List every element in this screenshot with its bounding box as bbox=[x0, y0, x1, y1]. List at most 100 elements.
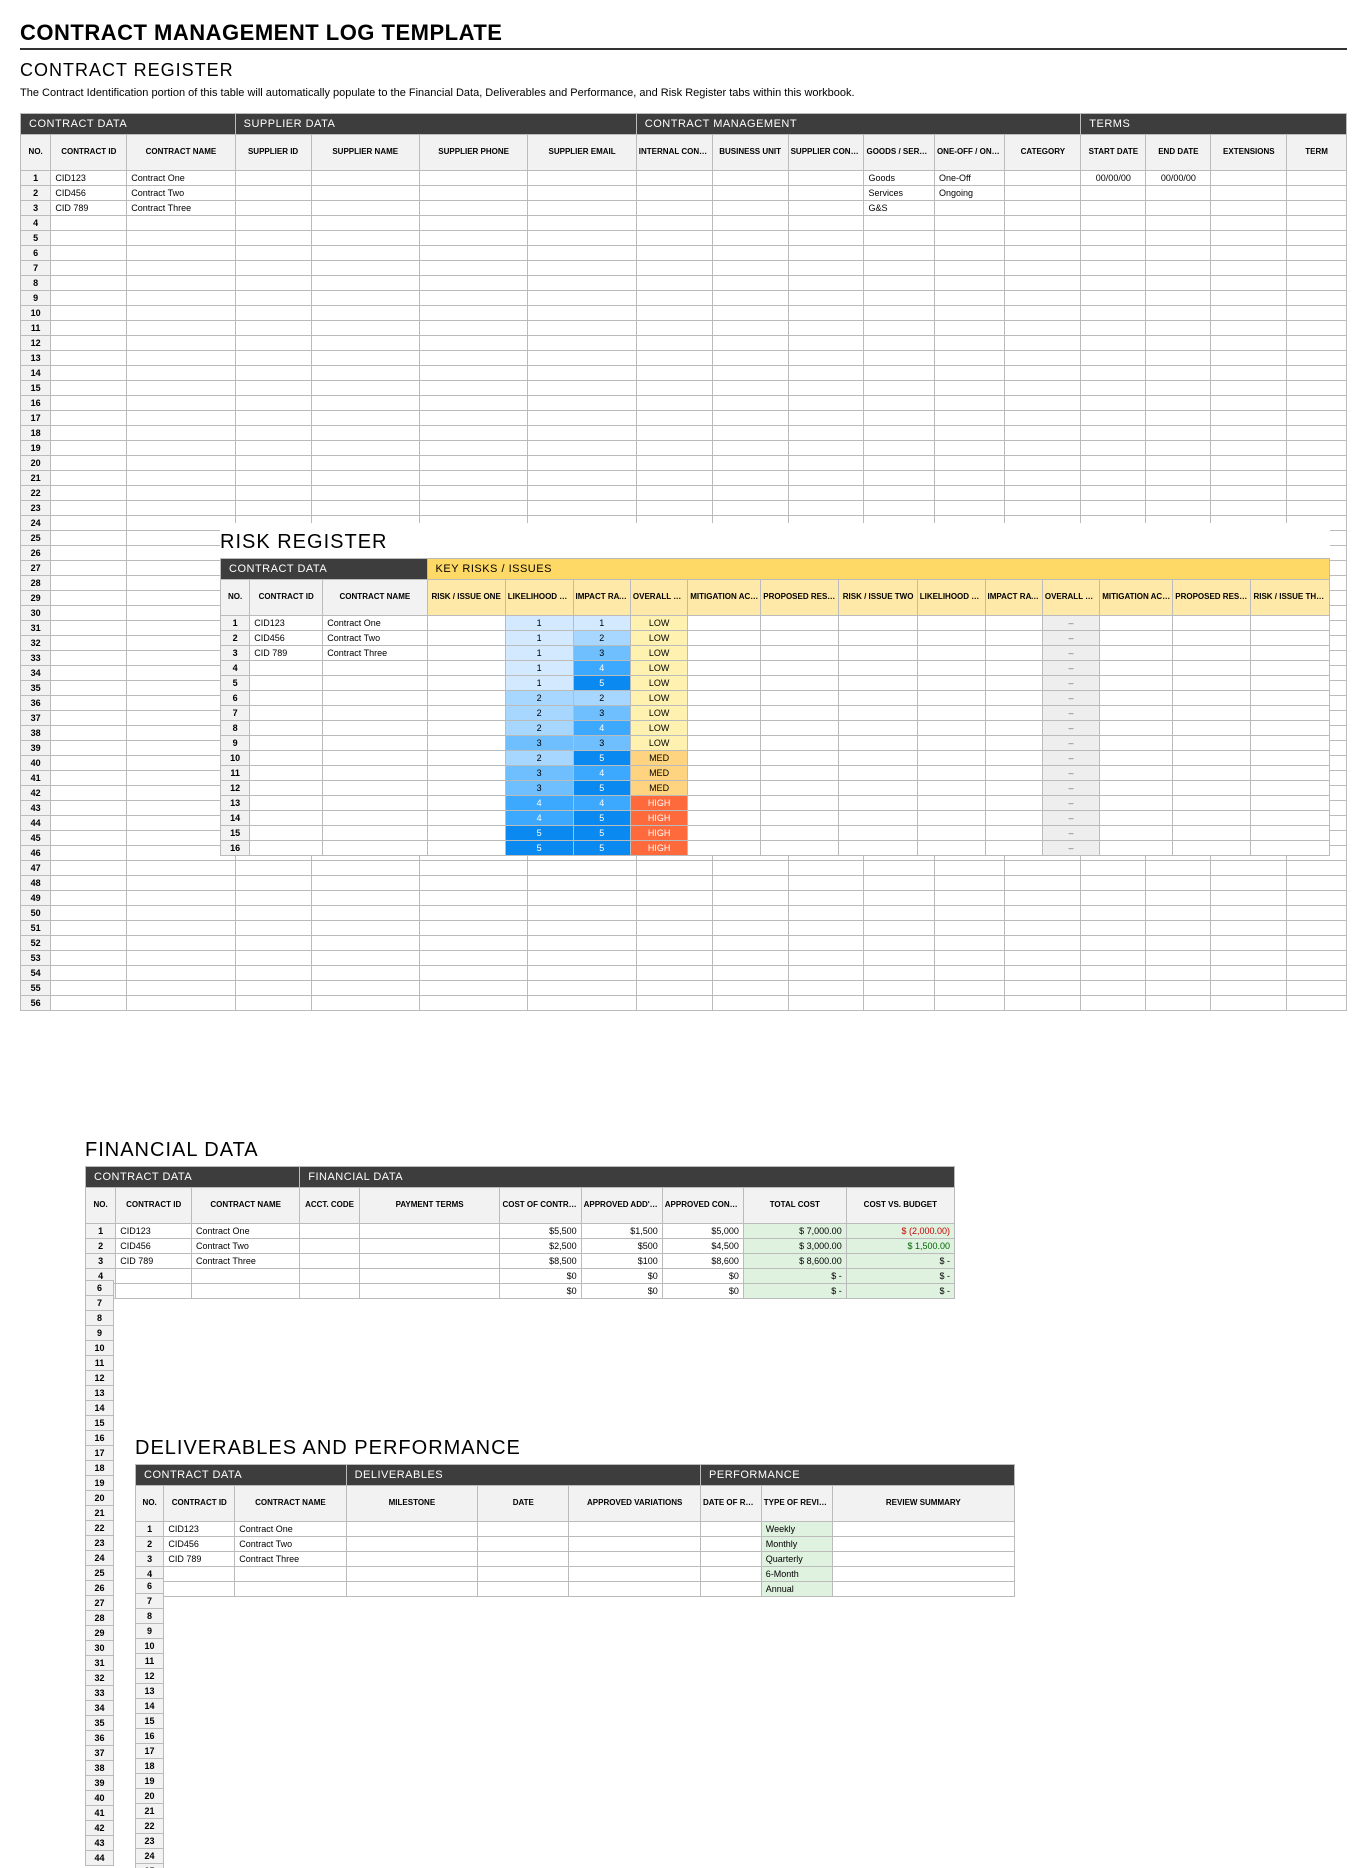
cell[interactable] bbox=[864, 951, 934, 966]
cell[interactable] bbox=[864, 876, 934, 891]
cell[interactable] bbox=[1081, 351, 1146, 366]
cell[interactable]: 11 bbox=[221, 766, 250, 781]
cell[interactable] bbox=[1146, 216, 1211, 231]
cell[interactable] bbox=[636, 201, 712, 216]
cell[interactable]: 53 bbox=[21, 951, 51, 966]
cell[interactable]: 3 bbox=[221, 646, 250, 661]
cell[interactable] bbox=[934, 366, 1004, 381]
cell[interactable] bbox=[419, 171, 527, 186]
cell[interactable] bbox=[788, 936, 864, 951]
cell[interactable] bbox=[1005, 996, 1081, 1011]
cell[interactable]: Contract Two bbox=[192, 1239, 300, 1254]
cell[interactable] bbox=[419, 906, 527, 921]
cell[interactable] bbox=[51, 246, 127, 261]
cell[interactable] bbox=[250, 766, 323, 781]
cell[interactable] bbox=[311, 351, 419, 366]
cell[interactable] bbox=[1146, 966, 1211, 981]
cell[interactable] bbox=[311, 906, 419, 921]
cell[interactable]: Contract Two bbox=[235, 1537, 346, 1552]
cell[interactable] bbox=[323, 676, 427, 691]
cell[interactable] bbox=[688, 691, 761, 706]
cell[interactable] bbox=[419, 936, 527, 951]
cell[interactable] bbox=[1146, 411, 1211, 426]
cell[interactable]: 1 bbox=[21, 171, 51, 186]
cell[interactable]: 7 bbox=[21, 261, 51, 276]
cell[interactable] bbox=[1146, 366, 1211, 381]
cell[interactable] bbox=[839, 631, 917, 646]
cell[interactable] bbox=[788, 426, 864, 441]
cell[interactable]: – bbox=[1042, 721, 1099, 736]
cell[interactable] bbox=[359, 1269, 500, 1284]
cell[interactable] bbox=[934, 456, 1004, 471]
cell[interactable] bbox=[323, 841, 427, 856]
cell[interactable] bbox=[1081, 441, 1146, 456]
cell[interactable] bbox=[1287, 966, 1347, 981]
cell[interactable] bbox=[1287, 306, 1347, 321]
cell[interactable]: 2 bbox=[505, 706, 573, 721]
cell[interactable] bbox=[712, 936, 788, 951]
cell[interactable] bbox=[934, 501, 1004, 516]
cell[interactable] bbox=[419, 201, 527, 216]
cell[interactable] bbox=[116, 1269, 192, 1284]
cell[interactable] bbox=[934, 411, 1004, 426]
cell[interactable] bbox=[1005, 906, 1081, 921]
cell[interactable] bbox=[1005, 261, 1081, 276]
cell[interactable] bbox=[788, 171, 864, 186]
cell[interactable] bbox=[1081, 366, 1146, 381]
cell[interactable] bbox=[1251, 631, 1330, 646]
cell[interactable] bbox=[688, 796, 761, 811]
cell[interactable] bbox=[323, 766, 427, 781]
cell[interactable] bbox=[528, 996, 636, 1011]
cell[interactable] bbox=[528, 306, 636, 321]
cell[interactable]: CID 789 bbox=[51, 201, 127, 216]
cell[interactable] bbox=[832, 1537, 1014, 1552]
cell[interactable] bbox=[864, 441, 934, 456]
cell[interactable] bbox=[1005, 231, 1081, 246]
cell[interactable] bbox=[1100, 646, 1173, 661]
cell[interactable] bbox=[1081, 276, 1146, 291]
cell[interactable] bbox=[235, 501, 311, 516]
cell[interactable]: 9 bbox=[21, 291, 51, 306]
cell[interactable]: 4 bbox=[573, 661, 630, 676]
cell[interactable] bbox=[1173, 736, 1251, 751]
cell[interactable] bbox=[1005, 471, 1081, 486]
cell[interactable] bbox=[1211, 456, 1287, 471]
cell[interactable] bbox=[311, 246, 419, 261]
cell[interactable] bbox=[1146, 186, 1211, 201]
cell[interactable] bbox=[636, 171, 712, 186]
cell[interactable] bbox=[1173, 766, 1251, 781]
cell[interactable] bbox=[528, 456, 636, 471]
cell[interactable] bbox=[164, 1567, 235, 1582]
cell[interactable] bbox=[761, 631, 839, 646]
cell[interactable] bbox=[1100, 691, 1173, 706]
cell[interactable]: Services bbox=[864, 186, 934, 201]
cell[interactable] bbox=[127, 546, 235, 561]
cell[interactable] bbox=[1173, 691, 1251, 706]
cell[interactable] bbox=[51, 291, 127, 306]
cell[interactable] bbox=[688, 811, 761, 826]
cell[interactable]: 2 bbox=[573, 691, 630, 706]
cell[interactable] bbox=[311, 366, 419, 381]
cell[interactable] bbox=[636, 261, 712, 276]
cell[interactable]: 6 bbox=[21, 246, 51, 261]
cell[interactable] bbox=[528, 261, 636, 276]
cell[interactable] bbox=[1146, 336, 1211, 351]
cell[interactable]: 1 bbox=[221, 616, 250, 631]
cell[interactable] bbox=[311, 261, 419, 276]
cell[interactable] bbox=[359, 1254, 500, 1269]
cell[interactable] bbox=[1211, 486, 1287, 501]
cell[interactable]: 5 bbox=[573, 676, 630, 691]
cell[interactable] bbox=[127, 231, 235, 246]
cell[interactable] bbox=[636, 186, 712, 201]
cell[interactable] bbox=[127, 636, 235, 651]
cell[interactable] bbox=[636, 996, 712, 1011]
cell[interactable]: CID123 bbox=[250, 616, 323, 631]
cell[interactable] bbox=[311, 456, 419, 471]
cell[interactable] bbox=[427, 796, 505, 811]
cell[interactable] bbox=[1251, 826, 1330, 841]
cell[interactable] bbox=[712, 996, 788, 1011]
cell[interactable] bbox=[346, 1582, 478, 1597]
cell[interactable]: 44 bbox=[21, 816, 51, 831]
cell[interactable] bbox=[311, 291, 419, 306]
cell[interactable] bbox=[300, 1269, 360, 1284]
